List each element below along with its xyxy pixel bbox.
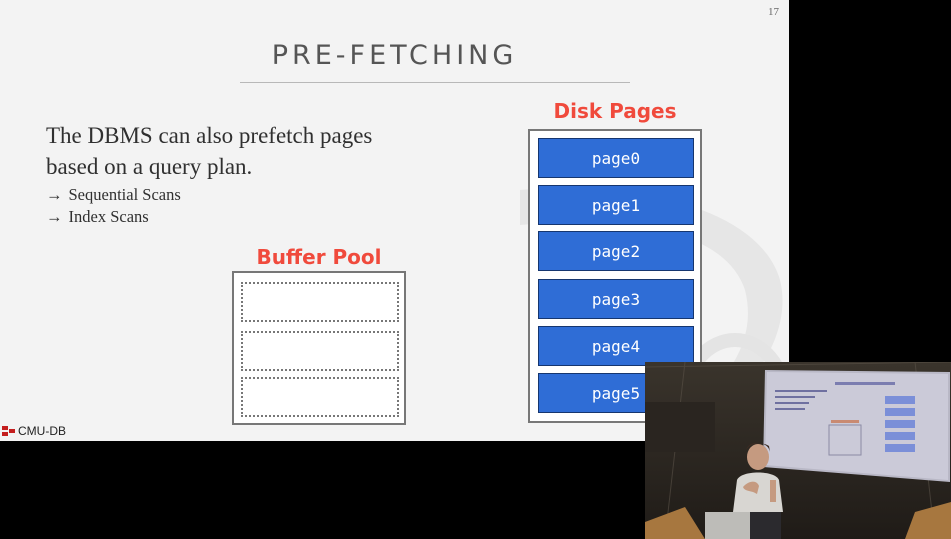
disk-page: page2 — [538, 231, 694, 271]
logo-text: CMU-DB — [18, 424, 66, 438]
disk-pages-label: Disk Pages — [553, 99, 677, 123]
presenter-video-icon — [645, 362, 951, 539]
disk-page: page1 — [538, 185, 694, 225]
slide-title: PRE-FETCHING — [271, 40, 518, 71]
body-main-text: The DBMS can also prefetch pages based o… — [46, 123, 373, 179]
bullet-item: → Sequential Scans — [46, 184, 416, 206]
buffer-slot — [241, 282, 399, 322]
buffer-slot — [241, 377, 399, 417]
disk-page: page4 — [538, 326, 694, 366]
cmu-db-logo-icon — [2, 426, 15, 436]
slide-page-number: 17 — [768, 6, 779, 18]
disk-page: page0 — [538, 138, 694, 178]
arrow-icon: → — [46, 207, 63, 226]
bullet-list: → Sequential Scans → Index Scans — [46, 184, 416, 228]
disk-page: page3 — [538, 279, 694, 319]
buffer-slot — [241, 331, 399, 371]
bullet-item: → Index Scans — [46, 206, 416, 228]
title-divider — [240, 82, 630, 83]
presenter-video-overlay[interactable] — [645, 362, 951, 539]
slide-body: The DBMS can also prefetch pages based o… — [46, 120, 416, 228]
buffer-pool-label: Buffer Pool — [256, 245, 382, 269]
bullet-text: Sequential Scans — [68, 185, 181, 204]
cmu-db-logo: CMU-DB — [2, 424, 66, 438]
bullet-text: Index Scans — [68, 207, 149, 226]
arrow-icon: → — [46, 185, 63, 204]
buffer-pool-container — [232, 271, 406, 425]
